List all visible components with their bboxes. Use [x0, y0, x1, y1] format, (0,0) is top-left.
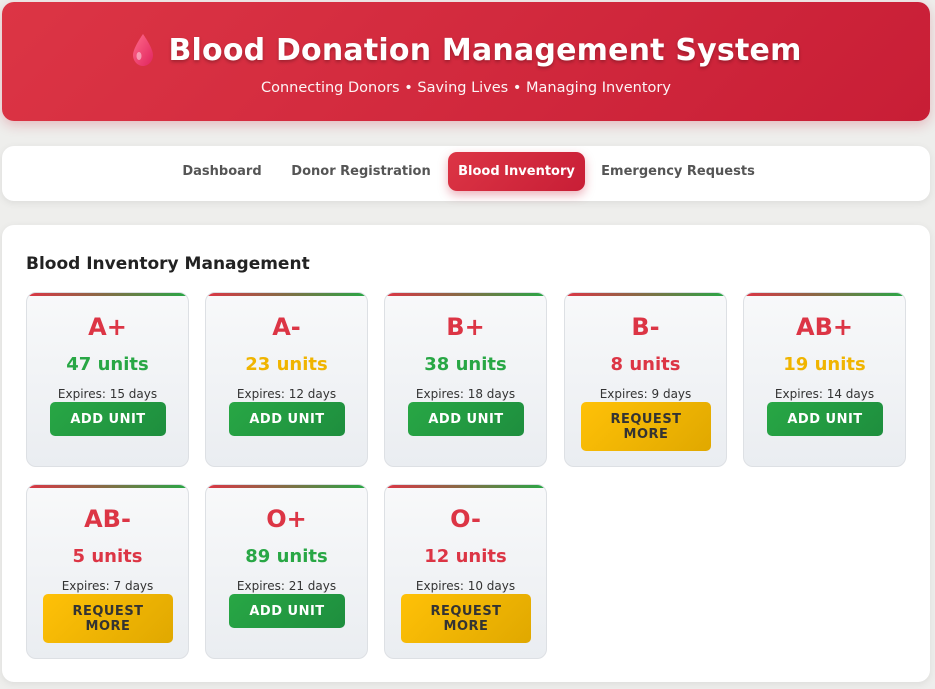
app-header: Blood Donation Management System Connect… [2, 2, 930, 121]
blood-type-label: AB+ [796, 313, 853, 341]
panel-title: Blood Inventory Management [26, 254, 310, 274]
title-row: Blood Donation Management System [2, 32, 930, 68]
expiry-text: Expires: 10 days [415, 579, 516, 593]
blood-type-card: O+ 89 units Expires: 21 days ADD UNIT [205, 484, 368, 659]
blood-drop-icon [133, 34, 154, 66]
add-unit-button[interactable]: ADD UNIT [408, 402, 524, 436]
request-more-button[interactable]: REQUEST MORE [581, 402, 711, 451]
units-count: 38 units [424, 354, 507, 375]
units-count: 23 units [245, 354, 328, 375]
units-count: 47 units [66, 354, 149, 375]
expiry-text: Expires: 9 days [599, 387, 692, 401]
units-count: 5 units [72, 546, 143, 567]
add-unit-button[interactable]: ADD UNIT [229, 594, 345, 628]
blood-type-label: A+ [88, 313, 127, 341]
expiry-text: Expires: 12 days [236, 387, 337, 401]
blood-type-label: O+ [266, 505, 307, 533]
blood-type-label: B- [631, 313, 660, 341]
blood-type-card: B+ 38 units Expires: 18 days ADD UNIT [384, 292, 547, 467]
expiry-text: Expires: 14 days [774, 387, 875, 401]
app-title: Blood Donation Management System [168, 32, 802, 68]
tab-emergency-requests[interactable]: Emergency Requests [600, 152, 756, 191]
app-subtitle: Connecting Donors • Saving Lives • Manag… [261, 80, 671, 96]
units-count: 19 units [783, 354, 866, 375]
add-unit-button[interactable]: ADD UNIT [767, 402, 883, 436]
expiry-text: Expires: 15 days [57, 387, 158, 401]
units-count: 12 units [424, 546, 507, 567]
units-count: 8 units [610, 354, 681, 375]
add-unit-button[interactable]: ADD UNIT [50, 402, 166, 436]
units-count: 89 units [245, 546, 328, 567]
inventory-panel: Blood Inventory Management A+ 47 units Exp… [2, 225, 930, 682]
blood-type-card: A- 23 units Expires: 12 days ADD UNIT [205, 292, 368, 467]
main-nav: Dashboard Donor Registration Blood Inven… [2, 146, 930, 201]
blood-type-card: AB+ 19 units Expires: 14 days ADD UNIT [743, 292, 906, 467]
tab-dashboard[interactable]: Dashboard [169, 152, 275, 191]
blood-type-label: O- [450, 505, 481, 533]
expiry-text: Expires: 7 days [61, 579, 154, 593]
expiry-text: Expires: 18 days [415, 387, 516, 401]
blood-type-card: B- 8 units Expires: 9 days REQUEST MORE [564, 292, 727, 467]
add-unit-button[interactable]: ADD UNIT [229, 402, 345, 436]
blood-type-card: O- 12 units Expires: 10 days REQUEST MORE [384, 484, 547, 659]
expiry-text: Expires: 21 days [236, 579, 337, 593]
blood-type-card: A+ 47 units Expires: 15 days ADD UNIT [26, 292, 189, 467]
tab-blood-inventory[interactable]: Blood Inventory [448, 152, 585, 191]
tab-donor-registration[interactable]: Donor Registration [291, 152, 430, 191]
blood-type-card: AB- 5 units Expires: 7 days REQUEST MORE [26, 484, 189, 659]
request-more-button[interactable]: REQUEST MORE [43, 594, 173, 643]
blood-type-label: A- [272, 313, 301, 341]
request-more-button[interactable]: REQUEST MORE [401, 594, 531, 643]
blood-type-label: AB- [84, 505, 131, 533]
blood-type-label: B+ [446, 313, 485, 341]
